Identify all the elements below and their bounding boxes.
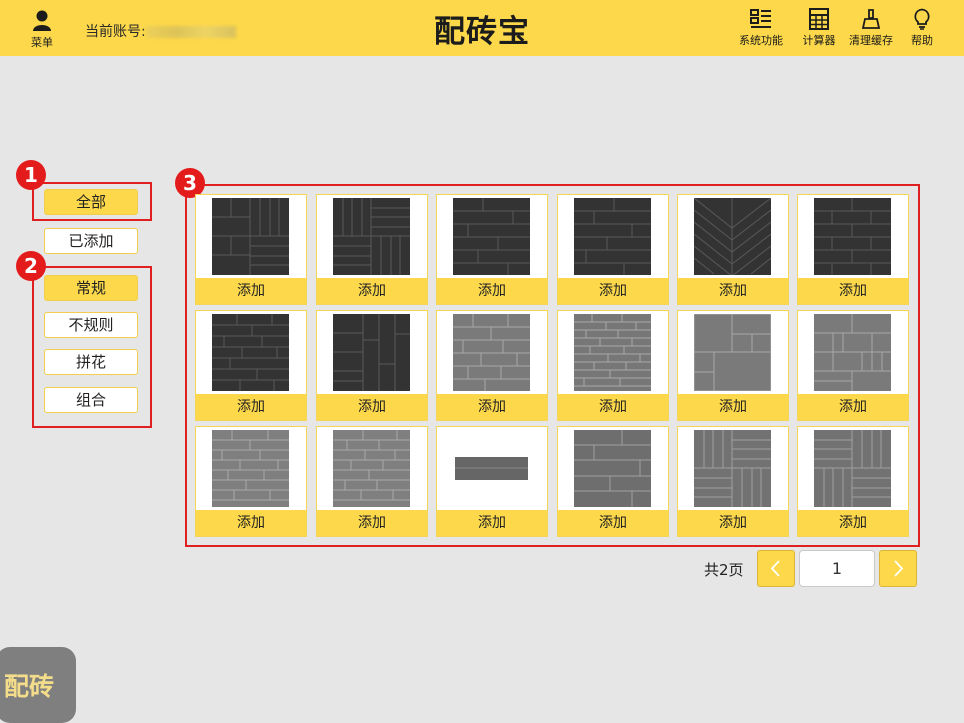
floating-app-label: 配砖 — [4, 672, 55, 701]
tile-card: 添加 — [677, 194, 789, 305]
add-button[interactable]: 添加 — [317, 394, 427, 420]
tile-card: 添加 — [797, 194, 909, 305]
prev-page-button[interactable] — [757, 550, 795, 587]
page-number-input[interactable]: 1 — [799, 550, 875, 587]
tile-card: 添加 — [316, 194, 428, 305]
add-button[interactable]: 添加 — [678, 278, 788, 304]
tile-brick-grey-2-image — [212, 430, 289, 507]
tile-card: 添加 — [436, 310, 548, 421]
clear-cache-label: 清理缓存 — [849, 34, 893, 47]
floating-app-button[interactable]: 配砖 — [0, 647, 76, 723]
chevron-right-icon — [894, 560, 904, 577]
category-pattern-button[interactable]: 拼花 — [44, 349, 138, 375]
add-button[interactable]: 添加 — [196, 394, 306, 420]
add-button[interactable]: 添加 — [196, 510, 306, 536]
grid-list-icon — [750, 9, 771, 28]
tile-mixed-grey-image — [814, 314, 891, 391]
add-button[interactable]: 添加 — [317, 278, 427, 304]
add-button[interactable]: 添加 — [678, 394, 788, 420]
category-irregular-button[interactable]: 不规则 — [44, 312, 138, 338]
add-button[interactable]: 添加 — [196, 278, 306, 304]
tile-card: 添加 — [195, 426, 307, 537]
tile-card: 添加 — [316, 310, 428, 421]
chevron-left-icon — [770, 560, 780, 577]
system-functions-button[interactable]: 系统功能 — [734, 8, 788, 48]
help-label: 帮助 — [911, 34, 933, 47]
filter-all-button[interactable]: 全部 — [44, 189, 138, 215]
tile-small-brick-grey-image — [574, 314, 651, 391]
annotation-badge-2: 2 — [16, 251, 46, 281]
tile-herringbone-dark-2-image — [333, 314, 410, 391]
tile-card: 添加 — [316, 426, 428, 537]
tile-versailles-grey-image — [694, 314, 771, 391]
add-button[interactable]: 添加 — [798, 278, 908, 304]
tile-herringbone-dark-image — [212, 198, 289, 275]
tile-card: 添加 — [557, 194, 669, 305]
tile-card: 添加 — [436, 194, 548, 305]
filter-added-button[interactable]: 已添加 — [44, 228, 138, 254]
next-page-button[interactable] — [879, 550, 917, 587]
tile-stagger-dark-image — [212, 314, 289, 391]
tile-card: 添加 — [557, 426, 669, 537]
tile-card: 添加 — [195, 194, 307, 305]
add-button[interactable]: 添加 — [437, 394, 547, 420]
tile-long-plank-grey-image — [574, 430, 651, 507]
category-combo-button[interactable]: 组合 — [44, 387, 138, 413]
add-button[interactable]: 添加 — [437, 278, 547, 304]
tile-card: 添加 — [677, 426, 789, 537]
tile-card: 添加 — [195, 310, 307, 421]
tile-running-bond-dark-image — [453, 198, 530, 275]
add-button[interactable]: 添加 — [437, 510, 547, 536]
tile-card: 添加 — [677, 310, 789, 421]
clear-cache-button[interactable]: 清理缓存 — [846, 8, 896, 48]
page-total-text: 共2页 — [704, 561, 744, 579]
calculator-icon — [809, 8, 829, 30]
tile-basket-grey-2-image — [814, 430, 891, 507]
tile-brick-grey-image — [453, 314, 530, 391]
tile-running-bond-dark-2-image — [574, 198, 651, 275]
tile-card: 添加 — [436, 426, 548, 537]
add-button[interactable]: 添加 — [798, 394, 908, 420]
calculator-button[interactable]: 计算器 — [799, 8, 839, 48]
tile-card: 添加 — [797, 426, 909, 537]
tile-brick-grey-3-image — [333, 430, 410, 507]
tile-card: 添加 — [557, 310, 669, 421]
add-button[interactable]: 添加 — [558, 510, 668, 536]
tile-running-bond-dark-3-image — [814, 198, 891, 275]
tile-chevron-dark-image — [694, 198, 771, 275]
tile-basket-grey-image — [694, 430, 771, 507]
tile-card: 添加 — [797, 310, 909, 421]
calculator-label: 计算器 — [802, 34, 836, 47]
tile-single-plank-image — [455, 457, 528, 480]
system-functions-label: 系统功能 — [739, 34, 783, 47]
tile-basket-dark-image — [333, 198, 410, 275]
lightbulb-icon — [914, 8, 930, 30]
add-button[interactable]: 添加 — [798, 510, 908, 536]
add-button[interactable]: 添加 — [678, 510, 788, 536]
help-button[interactable]: 帮助 — [906, 8, 938, 48]
annotation-badge-1: 1 — [16, 160, 46, 190]
category-regular-button[interactable]: 常规 — [44, 275, 138, 301]
add-button[interactable]: 添加 — [558, 278, 668, 304]
add-button[interactable]: 添加 — [317, 510, 427, 536]
add-button[interactable]: 添加 — [558, 394, 668, 420]
broom-icon — [861, 9, 881, 29]
